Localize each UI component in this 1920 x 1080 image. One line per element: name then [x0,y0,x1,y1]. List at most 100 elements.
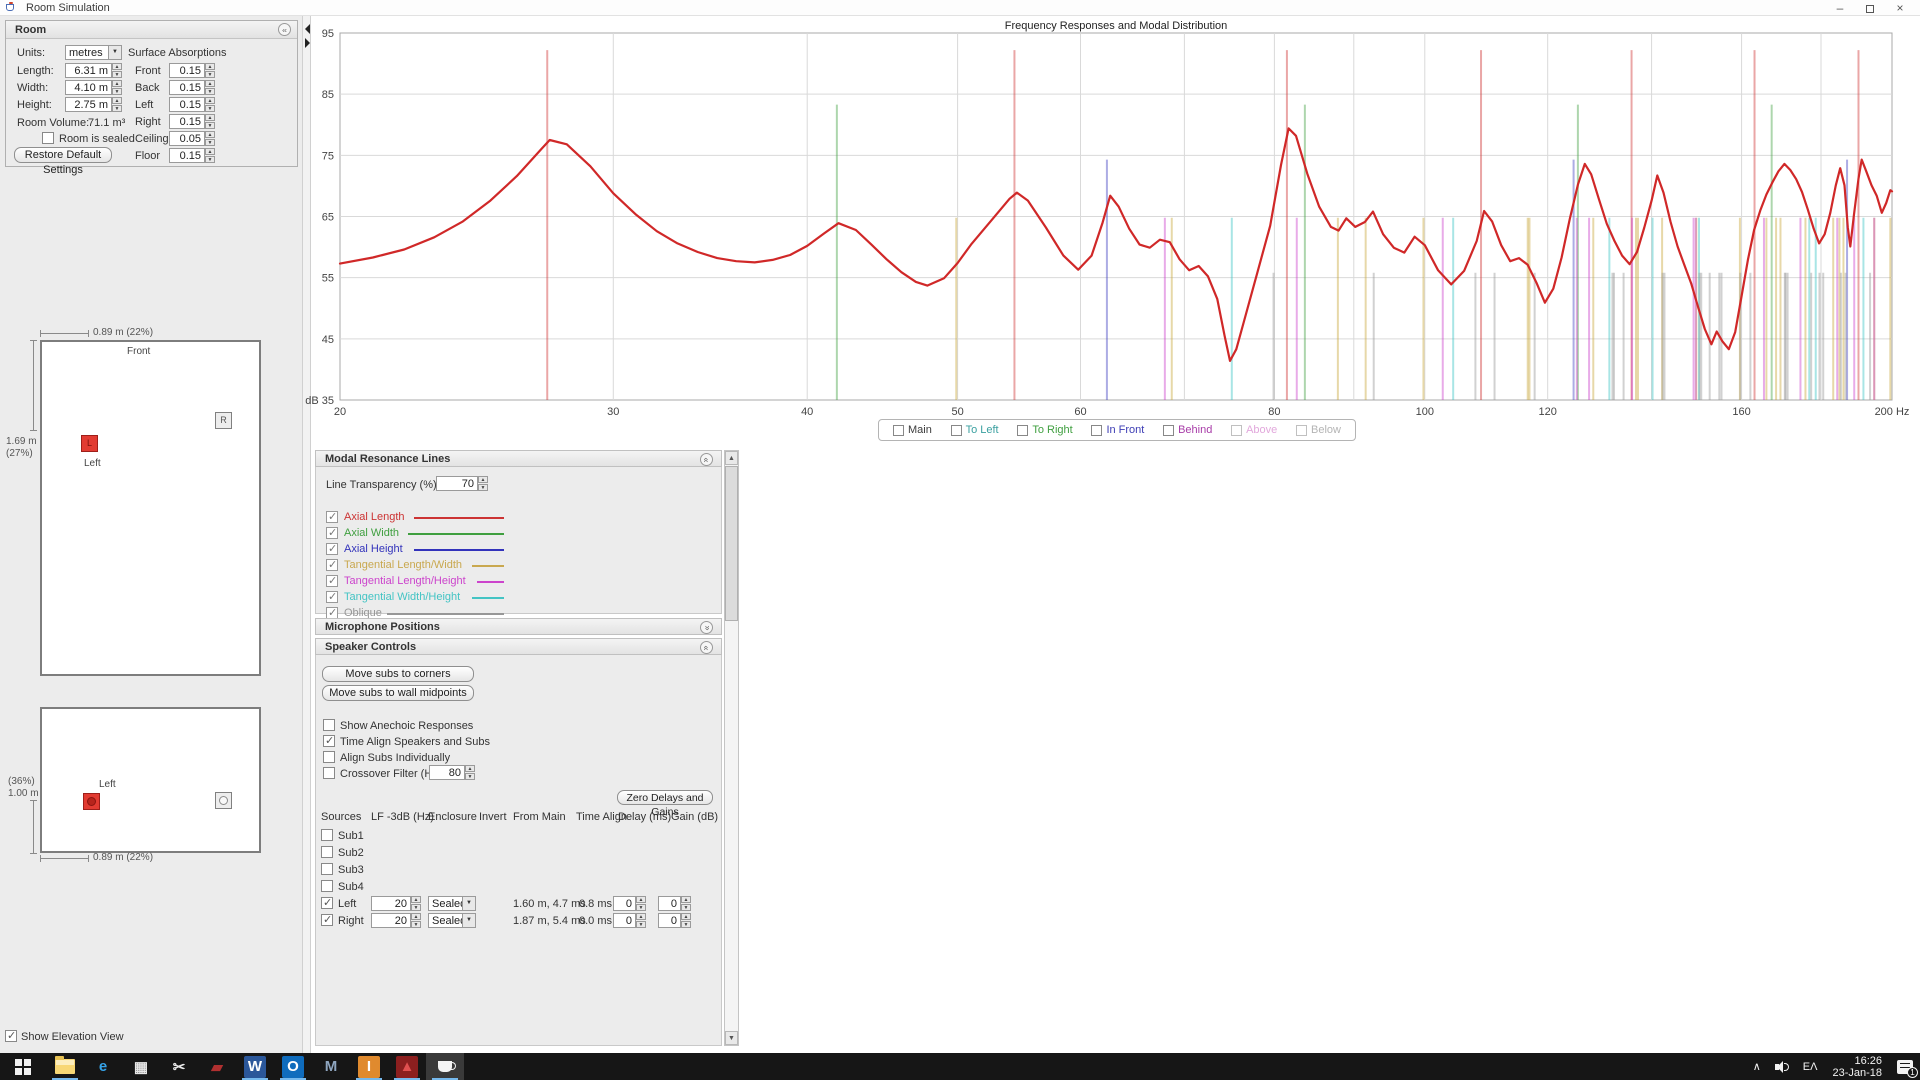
taskbar-file-explorer[interactable] [46,1053,84,1080]
spin-down-icon[interactable]: ▼ [478,484,488,491]
collapse-modal-icon[interactable]: « [700,453,713,466]
taskbar-red-book-app[interactable]: ▰ [198,1053,236,1080]
modal-checkbox[interactable] [326,575,338,587]
source-checkbox-left[interactable] [321,897,333,909]
m-app-icon: M [320,1056,342,1078]
enclosure-select-right[interactable]: Sealed▼ [428,913,476,928]
gain-spinner-left[interactable]: 0▲▼ [658,896,691,911]
spin-up-icon[interactable]: ▲ [411,896,421,903]
source-checkbox-sub1[interactable] [321,829,333,841]
app-icon [5,2,17,14]
legend-item-above: Above [1231,423,1277,437]
source-checkbox-right[interactable] [321,914,333,926]
frequency-response-chart[interactable]: Frequency Responses and Modal Distributi… [0,16,1920,1053]
lf-spinner-left[interactable]: 20▲▼ [371,896,421,911]
spin-down-icon[interactable]: ▼ [636,921,646,928]
taskbar-m-app[interactable]: M [312,1053,350,1080]
legend-checkbox-to-left[interactable] [951,425,962,436]
spin-up-icon[interactable]: ▲ [636,896,646,903]
spin-down-icon[interactable]: ▼ [411,921,421,928]
legend-checkbox-above[interactable] [1231,425,1242,436]
spin-down-icon[interactable]: ▼ [636,904,646,911]
legend-checkbox-in-front[interactable] [1091,425,1102,436]
delay-spinner-right-value[interactable]: 0 [613,913,636,928]
scrollbar-thumb[interactable] [725,466,738,621]
move-subs-midpoints-button[interactable]: Move subs to wall midpoints [322,685,474,701]
taskbar-edge-browser[interactable]: e [84,1053,122,1080]
y-axis-bottom-label: dB 35 [305,395,334,407]
spin-up-icon[interactable]: ▲ [636,913,646,920]
taskbar-a-red-app[interactable]: ▲ [388,1053,426,1080]
tray-chevron-up-icon[interactable]: ∧ [1746,1053,1768,1080]
gain-spinner-right-value[interactable]: 0 [658,913,681,928]
microphone-positions-header: Microphone Positions « [315,618,722,635]
modal-checkbox[interactable] [326,543,338,555]
source-label-right: Right [338,915,364,927]
spin-down-icon[interactable]: ▼ [681,921,691,928]
start-button[interactable] [0,1053,46,1080]
speaker-check-align-subs-individually[interactable] [323,751,335,763]
window-content: Room « Units: metres ▼ Surface Absorptio… [0,16,1920,1053]
tray-clock[interactable]: 16:26 23-Jan-18 [1824,1055,1890,1079]
legend-checkbox-to-right[interactable] [1017,425,1028,436]
legend-checkbox-behind[interactable] [1163,425,1174,436]
move-subs-corners-button[interactable]: Move subs to corners [322,666,474,682]
chevron-down-icon[interactable]: ▼ [462,897,475,910]
modal-line-swatch [472,597,504,599]
modal-checkbox[interactable] [326,527,338,539]
scroll-down-icon[interactable]: ▼ [725,1031,738,1045]
spin-up-icon[interactable]: ▲ [681,896,691,903]
notifications-icon[interactable]: 1 [1890,1053,1920,1080]
legend-checkbox-main[interactable] [893,425,904,436]
gain-spinner-left-value[interactable]: 0 [658,896,681,911]
delay-spinner-left-value[interactable]: 0 [613,896,636,911]
modal-checkbox[interactable] [326,559,338,571]
spin-up-icon[interactable]: ▲ [681,913,691,920]
modal-checkbox[interactable] [326,591,338,603]
spin-down-icon[interactable]: ▼ [681,904,691,911]
taskbar-outlook[interactable]: O [274,1053,312,1080]
source-label-left: Left [338,898,356,910]
red-book-app-icon: ▰ [206,1056,228,1078]
spin-up-icon[interactable]: ▲ [465,765,475,772]
crossover-filter-checkbox[interactable] [323,767,335,779]
lf-spinner-right-value[interactable]: 20 [371,913,411,928]
crossover-filter-spinner[interactable]: 80 ▲▼ [429,765,475,780]
speaker-check-show-anechoic-responses[interactable] [323,719,335,731]
spin-down-icon[interactable]: ▼ [465,773,475,780]
taskbar-calculator[interactable]: ▦ [122,1053,160,1080]
modal-row-label: Axial Length [344,511,405,523]
lf-spinner-left-value[interactable]: 20 [371,896,411,911]
delay-spinner-right[interactable]: 0▲▼ [613,913,646,928]
taskbar-word[interactable]: W [236,1053,274,1080]
legend-label: To Left [966,424,999,436]
legend-label: Behind [1178,424,1212,436]
controls-scrollbar[interactable]: ▲ ▼ [724,450,739,1046]
spin-up-icon[interactable]: ▲ [478,476,488,483]
zero-delays-gains-button[interactable]: Zero Delays and Gains [617,790,713,805]
source-checkbox-sub4[interactable] [321,880,333,892]
volume-icon[interactable] [1768,1053,1796,1080]
gain-spinner-right[interactable]: 0▲▼ [658,913,691,928]
source-checkbox-sub2[interactable] [321,846,333,858]
delay-spinner-left[interactable]: 0▲▼ [613,896,646,911]
spin-up-icon[interactable]: ▲ [411,913,421,920]
enclosure-select-left[interactable]: Sealed▼ [428,896,476,911]
speaker-check-time-align-speakers-and-subs[interactable] [323,735,335,747]
y-tick-label: 55 [322,273,334,285]
spin-down-icon[interactable]: ▼ [411,904,421,911]
collapse-speaker-icon[interactable]: « [700,641,713,654]
modal-line-swatch [414,549,504,551]
language-indicator[interactable]: ΕΛ [1796,1053,1825,1080]
legend-checkbox-below[interactable] [1296,425,1307,436]
chevron-down-icon[interactable]: ▼ [462,914,475,927]
source-checkbox-sub3[interactable] [321,863,333,875]
line-transparency-spinner[interactable]: 70 ▲▼ [436,476,488,491]
taskbar-i-orange-app[interactable]: I [350,1053,388,1080]
modal-checkbox[interactable] [326,511,338,523]
taskbar-java-room-sim[interactable] [426,1053,464,1080]
lf-spinner-right[interactable]: 20▲▼ [371,913,421,928]
expand-mic-icon[interactable]: « [700,621,713,634]
taskbar-snipping-tool[interactable]: ✂ [160,1053,198,1080]
scroll-up-icon[interactable]: ▲ [725,451,738,465]
